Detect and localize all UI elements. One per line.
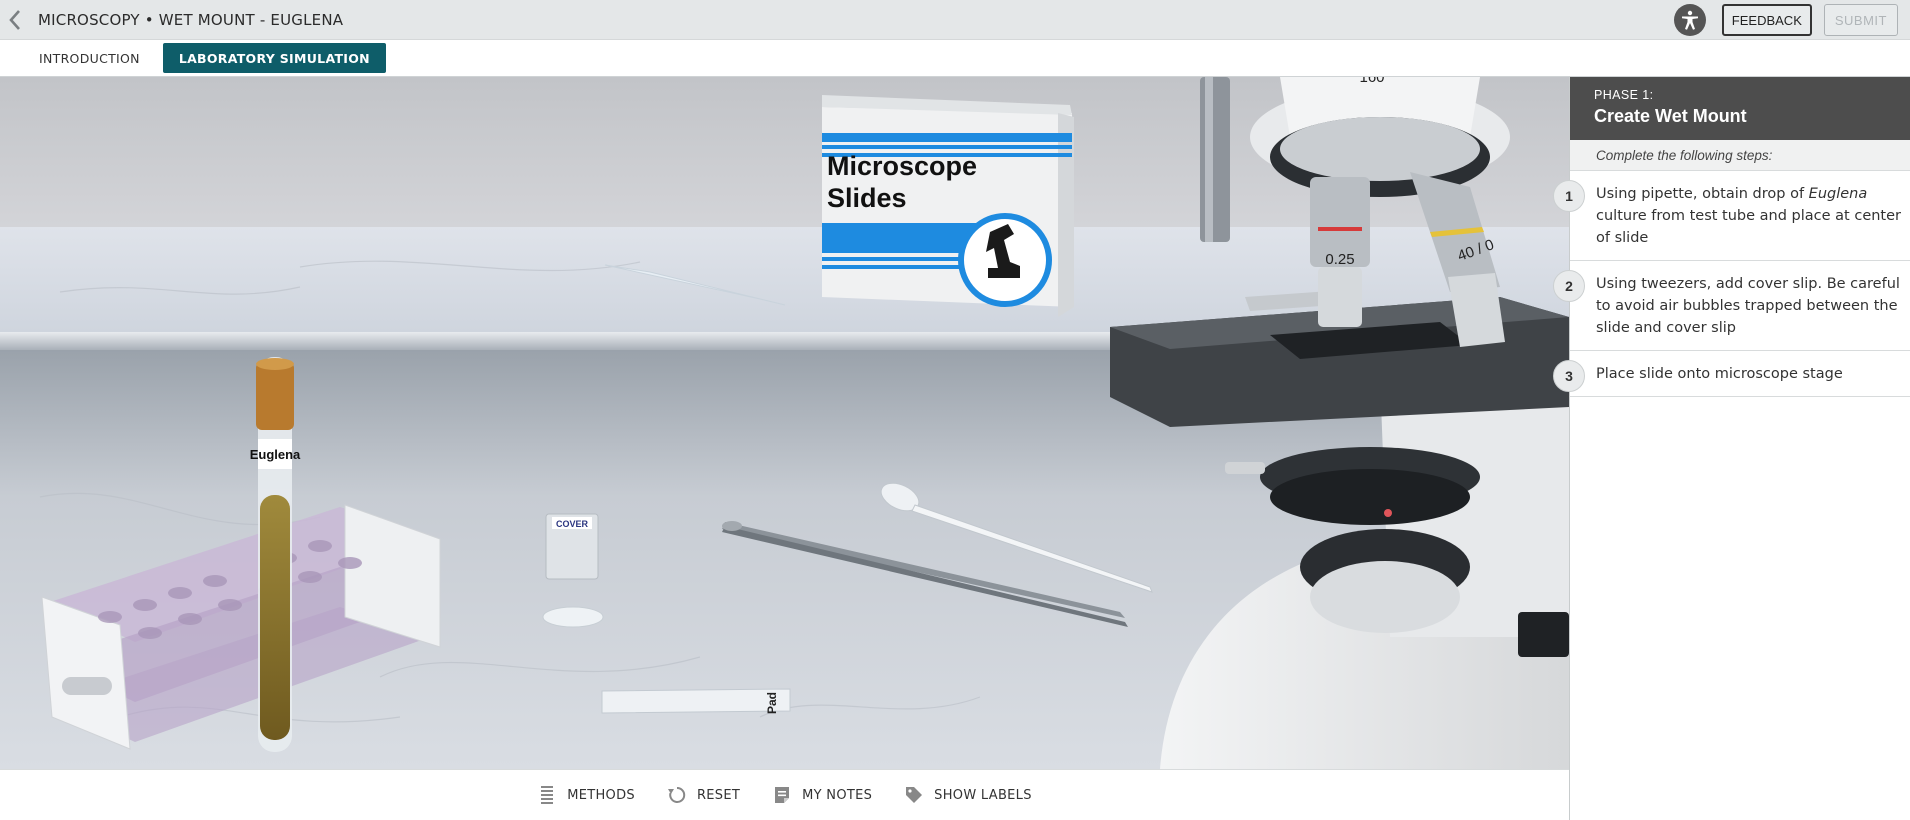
- methods-label: METHODS: [567, 787, 635, 803]
- objective-label-left: 0.25: [1325, 251, 1354, 268]
- header-actions: FEEDBACK SUBMIT: [1673, 0, 1910, 40]
- app-title: MICROSCOPY • WET MOUNT - EUGLENA: [38, 10, 344, 29]
- tab-laboratory-simulation[interactable]: LABORATORY SIMULATION: [162, 43, 386, 73]
- my-notes-label: MY NOTES: [802, 787, 873, 803]
- reset-icon: [667, 785, 687, 805]
- step-item: 2 Using tweezers, add cover slip. Be car…: [1553, 261, 1910, 351]
- feedback-button[interactable]: FEEDBACK: [1721, 4, 1812, 36]
- step-item: 1 Using pipette, obtain drop of Euglena …: [1553, 171, 1910, 261]
- lab-scene: Euglena COVER Pad 0.25 40 / 0 160 Micros…: [0, 77, 1569, 769]
- phase-title: Create Wet Mount: [1594, 106, 1747, 126]
- notes-icon: [772, 785, 792, 805]
- tab-introduction[interactable]: INTRODUCTION: [26, 43, 153, 73]
- reset-button[interactable]: RESET: [667, 785, 740, 805]
- slide-box-label-line1: Microscope: [827, 151, 977, 181]
- step-text: Using pipette, obtain drop of Euglena cu…: [1596, 186, 1901, 246]
- bottom-toolbar: METHODS RESET MY NOTES SHOW LABELS: [0, 769, 1569, 820]
- accessibility-icon: [1681, 10, 1698, 30]
- phase-header: PHASE 1: Create Wet Mount: [1570, 77, 1910, 140]
- my-notes-button[interactable]: MY NOTES: [772, 785, 872, 805]
- step-number: 2: [1553, 270, 1585, 302]
- steps-instructions: Complete the following steps:: [1570, 140, 1910, 171]
- test-tube-label: Euglena: [250, 447, 301, 462]
- top-bar: MICROSCOPY • WET MOUNT - EUGLENA FEEDBAC…: [0, 0, 1910, 40]
- step-number: 3: [1553, 360, 1585, 392]
- step-number: 1: [1553, 180, 1585, 212]
- objective-left: 0.25: [1310, 177, 1370, 327]
- methods-button[interactable]: METHODS: [537, 785, 635, 805]
- back-button[interactable]: [0, 0, 30, 40]
- instructions-panel: PHASE 1: Create Wet Mount Complete the f…: [1553, 77, 1910, 820]
- show-labels-label: SHOW LABELS: [934, 787, 1032, 803]
- slide-box-label-line2: Slides: [827, 183, 907, 213]
- methods-icon: [537, 785, 557, 805]
- reset-label: RESET: [696, 787, 741, 803]
- show-labels-button[interactable]: SHOW LABELS: [904, 785, 1032, 805]
- back-chevron-icon: [9, 9, 20, 30]
- coverslip-box-label: COVER: [556, 519, 589, 529]
- lab-scene-illustration: Euglena COVER Pad 0.25 40 / 0 160 Micros…: [0, 77, 1569, 769]
- counter-slide: Pad: [601, 688, 791, 714]
- cover-slip-box: COVER: [542, 513, 604, 628]
- step-text: Place slide onto microscope stage: [1596, 366, 1843, 382]
- tab-bar: INTRODUCTION LABORATORY SIMULATION: [0, 40, 1910, 77]
- phase-label: PHASE 1:: [1594, 88, 1654, 102]
- tag-icon: [904, 785, 924, 805]
- accessibility-button[interactable]: [1673, 4, 1706, 36]
- objective-label-top: 160: [1359, 77, 1384, 86]
- slide-label: Pad: [765, 692, 779, 714]
- step-text: Using tweezers, add cover slip. Be caref…: [1596, 276, 1900, 336]
- step-item: 3 Place slide onto microscope stage: [1553, 351, 1910, 397]
- submit-button[interactable]: SUBMIT: [1823, 4, 1898, 36]
